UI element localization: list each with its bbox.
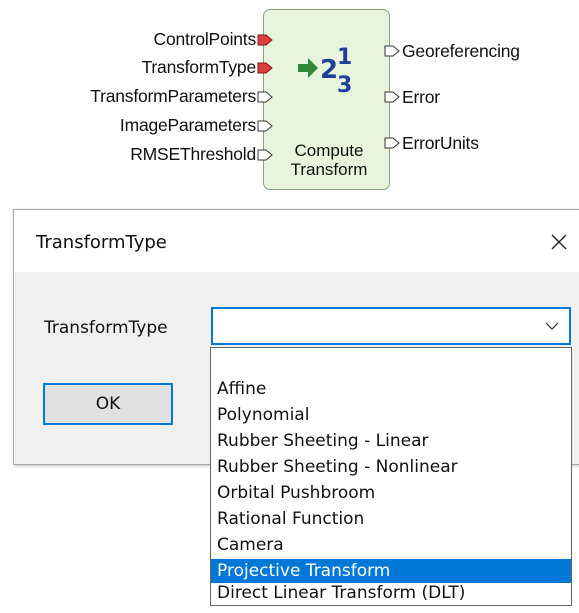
compute-transform-node-area: ControlPoints TransformType TransformPar… (0, 0, 579, 200)
dropdown-option-rational-function[interactable]: Rational Function (211, 507, 571, 531)
close-icon (551, 234, 567, 250)
dropdown-option-polynomial[interactable]: Polynomial (211, 403, 571, 427)
ok-button[interactable]: OK (43, 383, 173, 425)
close-button[interactable] (539, 224, 579, 260)
svg-text:2: 2 (320, 55, 338, 85)
dropdown-option-affine[interactable]: Affine (211, 377, 571, 401)
dropdown-option-rubber-sheeting-linear[interactable]: Rubber Sheeting - Linear (211, 429, 571, 453)
svg-text:1: 1 (337, 45, 352, 70)
node-caption-line2: Transform (290, 160, 368, 179)
input-label-imageparameters: ImageParameters (119, 115, 256, 135)
input-port-transformtype[interactable] (257, 62, 273, 74)
input-port-imageparameters[interactable] (257, 120, 273, 132)
input-label-transformparameters: TransformParameters (90, 86, 256, 106)
output-port-errorunits[interactable] (384, 137, 400, 149)
dropdown-option-rubber-sheeting-nonlinear[interactable]: Rubber Sheeting - Nonlinear (211, 455, 571, 479)
svg-text:3: 3 (337, 73, 352, 94)
transformtype-dropdown-list[interactable]: Affine Polynomial Rubber Sheeting - Line… (210, 347, 572, 606)
node-caption-line1: Compute (294, 141, 364, 160)
dropdown-option-direct-linear-transform[interactable]: Direct Linear Transform (DLT) (211, 581, 571, 605)
output-label-error: Error (402, 87, 440, 107)
output-label-georeferencing: Georeferencing (402, 41, 520, 61)
input-label-transformtype: TransformType (141, 57, 257, 77)
transformtype-field-label: TransformType (44, 318, 168, 338)
dropdown-option-orbital-pushbroom[interactable]: Orbital Pushbroom (211, 481, 571, 505)
dialog-title: TransformType (36, 232, 167, 253)
input-port-transformparameters[interactable] (257, 91, 273, 103)
input-port-controlpoints[interactable] (257, 34, 273, 46)
input-label-rmsethreshold: RMSEThreshold (130, 144, 256, 164)
dropdown-option-empty[interactable] (211, 351, 571, 375)
output-label-errorunits: ErrorUnits (402, 133, 479, 153)
input-label-controlpoints: ControlPoints (153, 29, 257, 49)
dropdown-option-projective-transform[interactable]: Projective Transform (211, 559, 571, 583)
transformtype-combobox[interactable] (211, 307, 571, 345)
output-port-error[interactable] (384, 91, 400, 103)
node-caption: Compute Transform (279, 141, 379, 179)
dropdown-option-camera[interactable]: Camera (211, 533, 571, 557)
output-port-georeferencing[interactable] (384, 45, 400, 57)
input-port-rmsethreshold[interactable] (257, 149, 273, 161)
dialog-titlebar[interactable]: TransformType (14, 210, 579, 272)
compute-transform-icon: 2 1 3 (294, 42, 364, 98)
chevron-down-icon (545, 322, 559, 330)
